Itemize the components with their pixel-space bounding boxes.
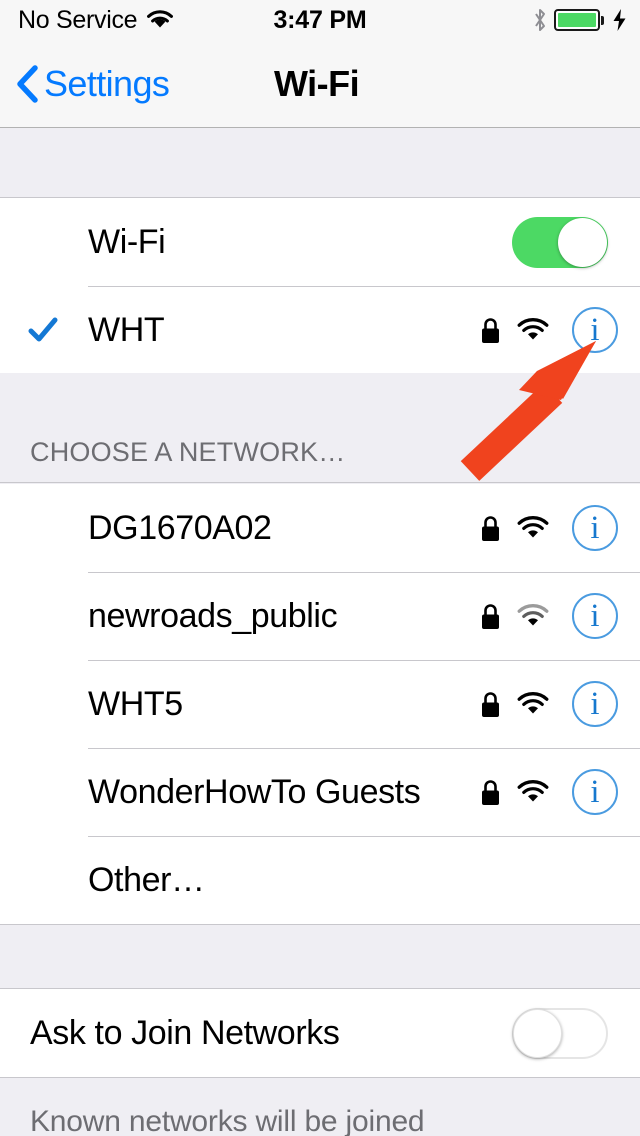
network-name-label: WHT xyxy=(88,310,165,349)
network-list-section: DG1670A02 i newroads_public i WHT5 i Won… xyxy=(0,484,640,925)
section-footer: Known networks will be joined automatica… xyxy=(0,1078,640,1136)
choose-network-header: CHOOSE A NETWORK… xyxy=(0,373,640,483)
network-row[interactable]: WonderHowTo Guests i xyxy=(0,748,640,836)
lock-icon xyxy=(482,603,499,629)
network-name-label: newroads_public xyxy=(88,596,338,635)
top-spacer xyxy=(0,129,640,197)
chevron-left-icon xyxy=(17,64,38,103)
info-label: i xyxy=(590,509,600,546)
choose-network-header-label: CHOOSE A NETWORK… xyxy=(30,437,346,467)
wifi-toggle-row[interactable]: Wi-Fi xyxy=(0,198,640,286)
info-circle-icon[interactable]: i xyxy=(572,681,618,727)
wifi-signal-icon xyxy=(517,692,549,714)
ask-to-join-toggle[interactable] xyxy=(512,1007,608,1059)
wifi-settings-screen: No Service 3:47 PM Settings Wi-Fi Wi-Fi … xyxy=(0,0,640,1136)
wifi-section: Wi-Fi WHT i xyxy=(0,197,640,375)
lock-icon xyxy=(482,691,499,717)
ask-to-join-section: Ask to Join Networks xyxy=(0,988,640,1078)
battery-icon xyxy=(554,9,604,31)
status-bar-right xyxy=(533,8,628,32)
info-label: i xyxy=(590,773,600,810)
network-row[interactable]: WHT5 i xyxy=(0,660,640,748)
network-name-label: WHT5 xyxy=(88,684,183,723)
wifi-signal-icon xyxy=(517,604,549,626)
charging-bolt-icon xyxy=(613,9,626,31)
wifi-row-label: Wi-Fi xyxy=(88,222,166,261)
network-row[interactable]: newroads_public i xyxy=(0,572,640,660)
network-row-connected[interactable]: WHT i xyxy=(0,286,640,374)
ask-to-join-label: Ask to Join Networks xyxy=(30,1013,340,1052)
wifi-signal-icon xyxy=(517,516,549,538)
page-title: Wi-Fi xyxy=(274,62,360,104)
bluetooth-icon xyxy=(535,9,545,31)
checkmark-icon xyxy=(28,317,58,342)
section-footer-text: Known networks will be joined automatica… xyxy=(30,1105,425,1136)
info-circle-icon[interactable]: i xyxy=(572,505,618,551)
network-row[interactable]: DG1670A02 i xyxy=(0,484,640,572)
info-label: i xyxy=(590,597,600,634)
wifi-signal-icon xyxy=(517,318,549,340)
info-circle-icon[interactable]: i xyxy=(572,769,618,815)
back-button-label: Settings xyxy=(44,62,170,104)
wifi-toggle[interactable] xyxy=(512,216,608,268)
lock-icon xyxy=(482,779,499,805)
other-network-label: Other… xyxy=(88,860,205,899)
info-circle-icon[interactable]: i xyxy=(572,593,618,639)
back-button[interactable]: Settings xyxy=(16,62,170,105)
network-name-label: WonderHowTo Guests xyxy=(88,772,421,811)
ask-to-join-row[interactable]: Ask to Join Networks xyxy=(0,989,640,1077)
lock-icon xyxy=(482,515,499,541)
lock-icon xyxy=(482,317,499,343)
info-label: i xyxy=(590,311,600,348)
wifi-signal-icon xyxy=(517,780,549,802)
network-name-label: DG1670A02 xyxy=(88,508,272,547)
other-network-row[interactable]: Other… xyxy=(0,836,640,924)
info-circle-icon[interactable]: i xyxy=(572,307,618,353)
bottom-spacer xyxy=(0,925,640,988)
info-label: i xyxy=(590,685,600,722)
status-bar: No Service 3:47 PM xyxy=(0,0,640,40)
navigation-bar: Settings Wi-Fi xyxy=(0,40,640,128)
